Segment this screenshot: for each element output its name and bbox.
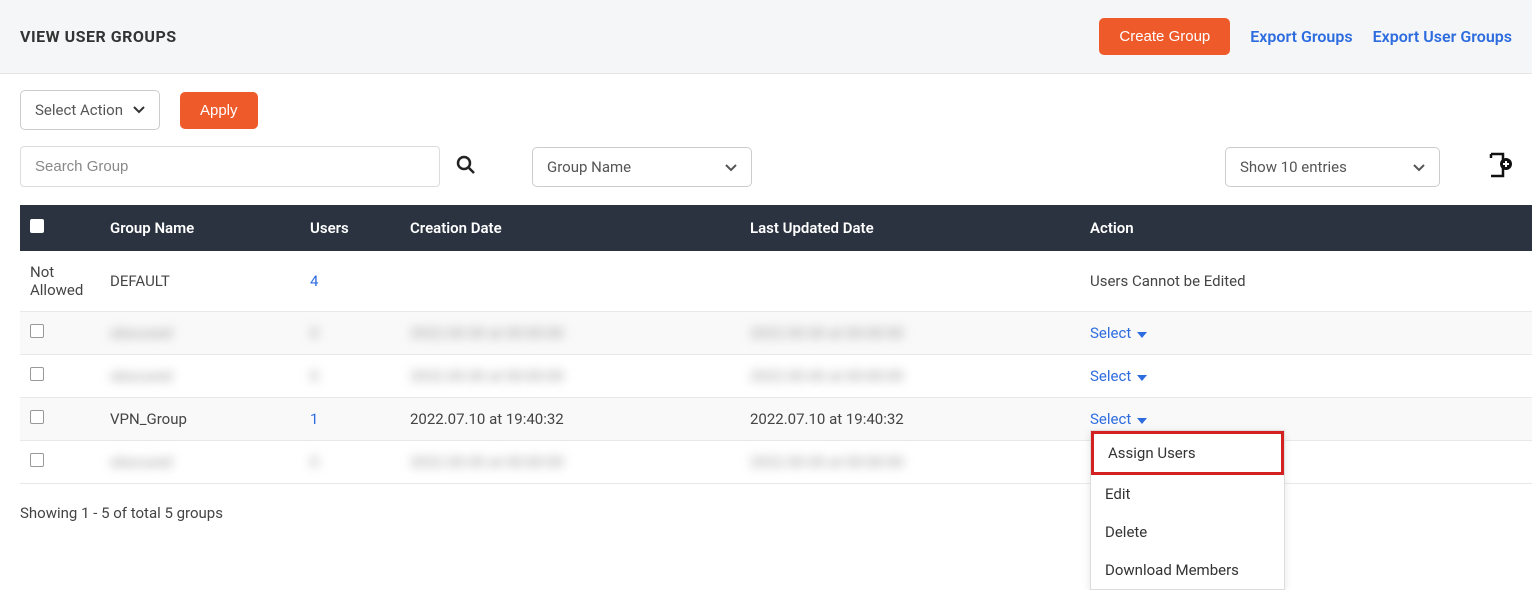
table-row: VPN_Group 1 2022.07.10 at 19:40:322022.07.… [20,398,1532,441]
header-actions: Create Group Export Groups Export User G… [1099,18,1512,55]
filter-toolbar: Group Name Show 10 entries [0,146,1532,205]
cell-creation-date: 2022.07.10 at 19:40:32 [400,398,740,441]
menu-assign-users[interactable]: Assign Users [1091,431,1284,475]
cell-updated-date: 2022.00.00 at 00:00:00 [740,312,1080,355]
row-action-select[interactable]: Select [1090,324,1147,342]
col-updated: Last Updated Date [740,205,1080,251]
action-dropdown-menu: Assign Users Edit Delete Download Member… [1090,430,1285,590]
table-row: obscured 0 2022.00.00 at 00:00:002022.00.0… [20,441,1532,484]
chevron-down-icon [725,158,737,176]
search-icon[interactable] [456,155,476,179]
row-checkbox[interactable] [30,410,44,424]
cell-updated-date [740,251,1080,312]
cell-updated-date: 2022.00.00 at 00:00:00 [740,355,1080,398]
chevron-down-icon [133,104,145,117]
col-users: Users [300,205,400,251]
cell-group-name: obscured [100,312,300,355]
row-checkbox-label: Not Allowed [20,251,100,312]
cell-updated-date: 2022.00.00 at 00:00:00 [740,441,1080,484]
select-action-dropdown[interactable]: Select Action [20,90,160,130]
col-creation: Creation Date [400,205,740,251]
menu-edit[interactable]: Edit [1091,475,1284,513]
select-all-checkbox[interactable] [30,219,44,233]
table-footer: Showing 1 - 5 of total 5 groups [0,484,1532,542]
table-body: Not AllowedDEFAULT 4 Users Cannot be Edite… [20,251,1532,484]
row-checkbox[interactable] [30,324,44,338]
table-row: obscured 0 2022.00.00 at 00:00:002022.00.0… [20,355,1532,398]
col-name: Group Name [100,205,300,251]
chevron-down-icon [1413,158,1425,176]
cell-group-name: VPN_Group [100,398,300,441]
select-action-label: Select Action [35,101,123,119]
entries-label: Show 10 entries [1240,158,1347,176]
export-groups-link[interactable]: Export Groups [1250,27,1352,46]
table-row: Not AllowedDEFAULT 4 Users Cannot be Edite… [20,251,1532,312]
cell-creation-date: 2022.00.00 at 00:00:00 [400,355,740,398]
entries-dropdown[interactable]: Show 10 entries [1225,147,1440,187]
users-count-link[interactable]: 1 [310,410,318,428]
cell-group-name: obscured [100,441,300,484]
caret-down-icon [1137,410,1147,428]
apply-button[interactable]: Apply [180,92,258,129]
menu-download-members[interactable]: Download Members [1091,551,1284,589]
search-input[interactable] [20,146,440,187]
table-row: obscured 0 2022.00.00 at 00:00:002022.00.0… [20,312,1532,355]
create-group-button[interactable]: Create Group [1099,18,1230,55]
menu-delete[interactable]: Delete [1091,513,1284,551]
cell-action-text: Users Cannot be Edited [1080,251,1532,312]
caret-down-icon [1137,324,1147,342]
action-toolbar: Select Action Apply [0,74,1532,146]
page-header: VIEW USER GROUPS Create Group Export Gro… [0,0,1532,74]
row-action-select[interactable]: Select [1090,410,1147,428]
row-action-select[interactable]: Select [1090,367,1147,385]
filter-by-label: Group Name [547,158,631,176]
table-header: Group Name Users Creation Date Last Upda… [20,205,1532,251]
users-count-link[interactable]: 0 [310,367,318,385]
row-checkbox[interactable] [30,367,44,381]
row-checkbox[interactable] [30,453,44,467]
page-title: VIEW USER GROUPS [20,27,177,46]
caret-down-icon [1137,367,1147,385]
cell-group-name: obscured [100,355,300,398]
export-user-groups-link[interactable]: Export User Groups [1373,27,1512,46]
users-count-link[interactable]: 0 [310,453,318,471]
cell-creation-date [400,251,740,312]
users-count-link[interactable]: 0 [310,324,318,342]
cell-creation-date: 2022.00.00 at 00:00:00 [400,441,740,484]
cell-group-name: DEFAULT [100,251,300,312]
cell-creation-date: 2022.00.00 at 00:00:00 [400,312,740,355]
add-column-icon[interactable] [1486,152,1512,182]
groups-table: Group Name Users Creation Date Last Upda… [0,205,1532,484]
cell-updated-date: 2022.07.10 at 19:40:32 [740,398,1080,441]
filter-by-dropdown[interactable]: Group Name [532,147,752,187]
col-action: Action [1080,205,1532,251]
users-count-link[interactable]: 4 [310,272,318,290]
